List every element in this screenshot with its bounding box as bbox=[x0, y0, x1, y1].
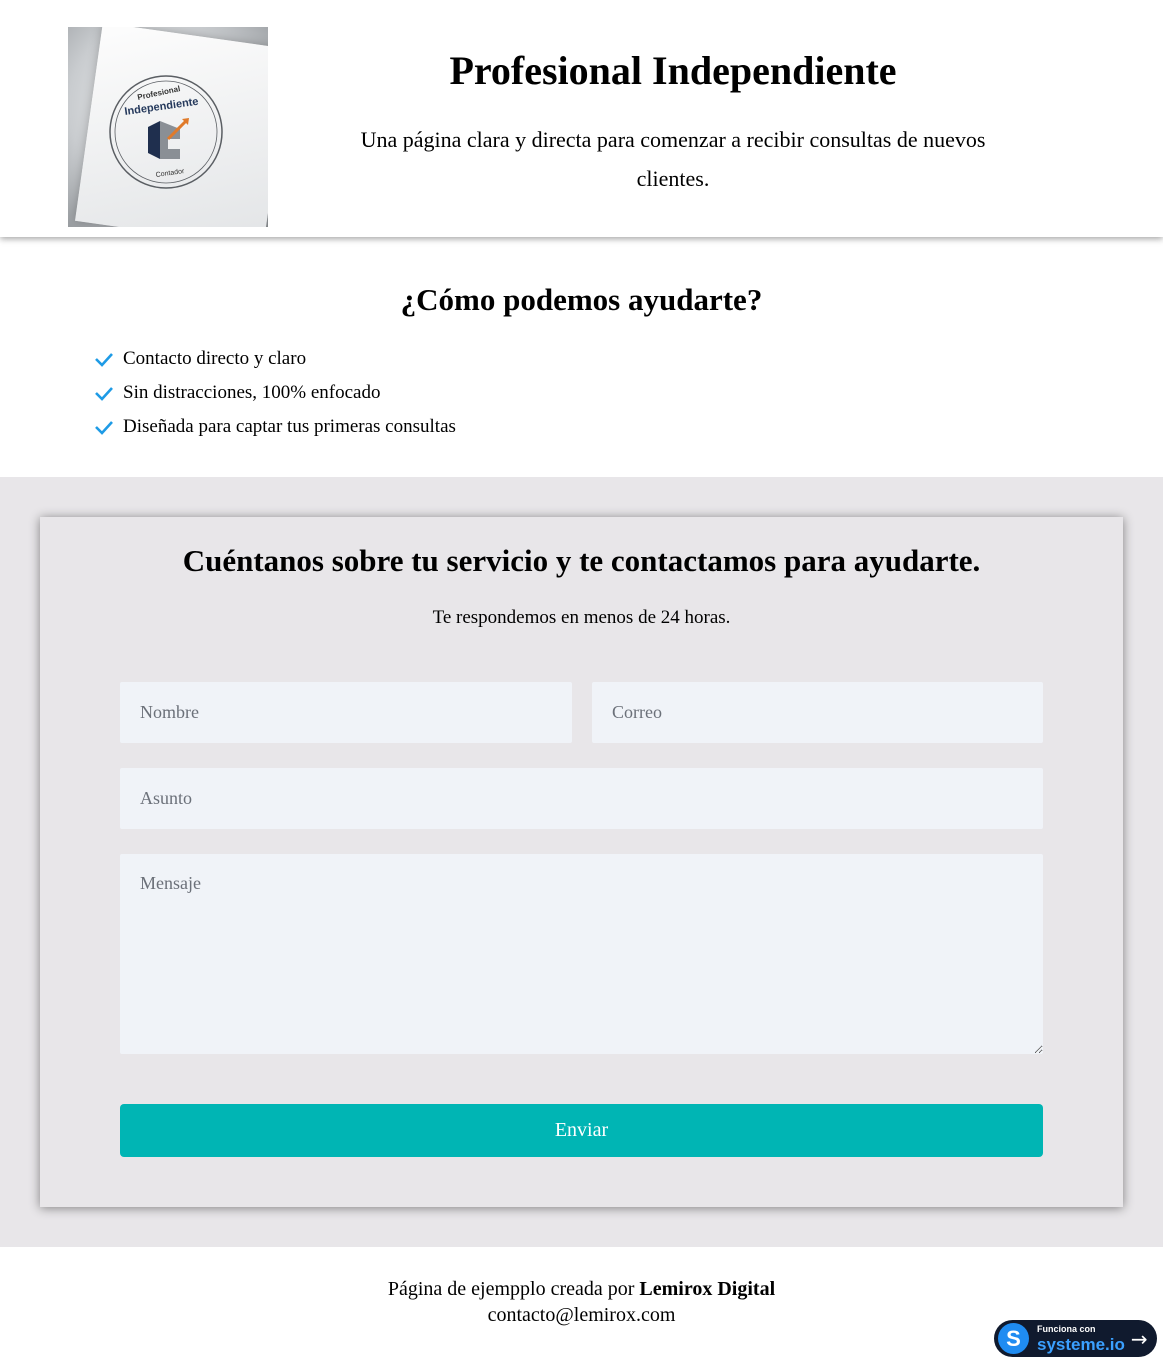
contact-section: Cuéntanos sobre tu servicio y te contact… bbox=[0, 477, 1163, 1247]
benefits-list: Contacto directo y claro Sin distraccion… bbox=[94, 342, 456, 444]
contact-form: Cuéntanos sobre tu servicio y te contact… bbox=[40, 517, 1123, 1207]
footer-email: contacto@lemirox.com bbox=[487, 1304, 676, 1326]
benefit-text: Diseñada para captar tus primeras consul… bbox=[123, 416, 456, 437]
site-header: Profesional Independiente Contador Profe… bbox=[0, 0, 1163, 237]
form-subtitle: Te respondemos en menos de 24 horas. bbox=[432, 607, 731, 628]
badge-small-text: Funciona con bbox=[1037, 1323, 1096, 1334]
form-title: Cuéntanos sobre tu servicio y te contact… bbox=[182, 543, 981, 578]
brand-logo: Profesional Independiente Contador bbox=[68, 27, 268, 227]
page-title: Profesional Independiente bbox=[449, 48, 897, 93]
benefit-text: Sin distracciones, 100% enfocado bbox=[123, 382, 381, 403]
check-icon bbox=[95, 387, 113, 401]
logo-emblem: Profesional Independiente Contador bbox=[109, 75, 223, 189]
arrow-right-icon: → bbox=[1130, 1326, 1148, 1351]
list-item: Sin distracciones, 100% enfocado bbox=[94, 376, 456, 410]
footer-credit: Página de ejempplo creada por Lemirox Di… bbox=[0, 1278, 1163, 1301]
systeme-badge-link[interactable]: S Funciona con systeme.io → bbox=[994, 1320, 1157, 1357]
badge-brand: systeme.io bbox=[1037, 1334, 1125, 1354]
footer-credit-prefix: Página de ejempplo creada por bbox=[387, 1278, 635, 1300]
page-subtitle: Una página clara y directa para comenzar… bbox=[360, 127, 986, 191]
message-textarea[interactable] bbox=[120, 854, 1043, 1054]
name-input[interactable] bbox=[120, 682, 572, 743]
help-section: ¿Cómo podemos ayudarte? Contacto directo… bbox=[0, 237, 1163, 477]
submit-button[interactable]: Enviar bbox=[120, 1104, 1043, 1157]
list-item: Contacto directo y claro bbox=[94, 342, 456, 376]
logo-text-main: Independiente bbox=[124, 96, 200, 118]
badge-text: Funciona con systeme.io bbox=[1037, 1323, 1125, 1354]
list-item: Diseñada para captar tus primeras consul… bbox=[94, 410, 456, 444]
footer-brand: Lemirox Digital bbox=[639, 1278, 776, 1300]
email-input[interactable] bbox=[592, 682, 1043, 743]
check-icon bbox=[95, 353, 113, 367]
benefit-text: Contacto directo y claro bbox=[123, 348, 307, 369]
help-title: ¿Cómo podemos ayudarte? bbox=[400, 282, 763, 317]
logo-text-bottom: Contador bbox=[155, 168, 185, 179]
subject-input[interactable] bbox=[120, 768, 1043, 829]
check-icon bbox=[95, 421, 113, 435]
systeme-logo-icon: S bbox=[998, 1323, 1029, 1354]
site-footer: Página de ejempplo creada por Lemirox Di… bbox=[0, 1247, 1163, 1359]
